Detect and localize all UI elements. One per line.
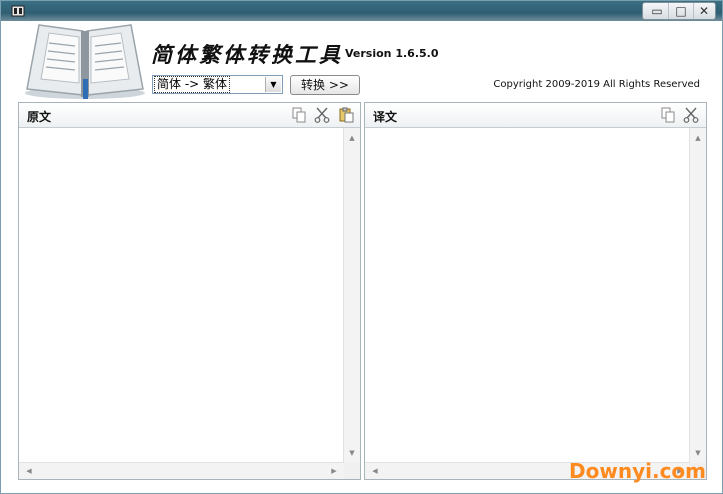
scroll-left-icon[interactable]: ◀ bbox=[367, 463, 383, 479]
scroll-corner bbox=[344, 463, 360, 479]
title-bar[interactable]: ▭ □ ✕ bbox=[1, 1, 722, 21]
target-text-area[interactable] bbox=[365, 128, 706, 479]
target-pane-title: 译文 bbox=[373, 110, 398, 124]
app-icon bbox=[11, 5, 25, 17]
target-pane: 译文 ▲ ▼ ◀ ▶ bbox=[364, 102, 707, 480]
book-logo-icon bbox=[25, 24, 145, 99]
app-title: 简体繁体转换工具 bbox=[151, 42, 343, 67]
source-vertical-scrollbar[interactable]: ▲ ▼ bbox=[343, 128, 360, 463]
copy-icon[interactable] bbox=[291, 107, 307, 123]
source-horizontal-scrollbar[interactable]: ◀ ▶ bbox=[19, 462, 344, 479]
cut-icon[interactable] bbox=[683, 107, 699, 123]
maximize-button[interactable]: □ bbox=[668, 3, 694, 19]
watermark-text: Downyi.com bbox=[569, 459, 706, 483]
target-pane-header: 译文 bbox=[365, 103, 706, 128]
direction-selected-value: 简体 -> 繁体 bbox=[153, 76, 231, 93]
paste-icon[interactable] bbox=[339, 107, 355, 123]
version-label: Version 1.6.5.0 bbox=[345, 47, 439, 60]
scroll-up-icon[interactable]: ▲ bbox=[690, 130, 706, 146]
scroll-up-icon[interactable]: ▲ bbox=[344, 130, 360, 146]
scroll-down-icon[interactable]: ▼ bbox=[344, 445, 360, 461]
scroll-right-icon[interactable]: ▶ bbox=[326, 463, 342, 479]
source-pane: 原文 ▲ ▼ ◀ ▶ bbox=[18, 102, 361, 480]
minimize-button[interactable]: ▭ bbox=[645, 3, 669, 19]
target-vertical-scrollbar[interactable]: ▲ ▼ bbox=[689, 128, 706, 463]
scroll-left-icon[interactable]: ◀ bbox=[21, 463, 37, 479]
window-controls: ▭ □ ✕ bbox=[642, 2, 716, 20]
direction-select[interactable]: 简体 -> 繁体 ▼ bbox=[152, 75, 283, 94]
dropdown-arrow-icon[interactable]: ▼ bbox=[265, 77, 281, 92]
source-pane-header: 原文 bbox=[19, 103, 360, 128]
copy-icon[interactable] bbox=[660, 107, 676, 123]
close-button[interactable]: ✕ bbox=[692, 3, 716, 19]
main-window: ▭ □ ✕ 简体繁体转换工具 Version 1.6.5.0 简体 -> 繁体 … bbox=[0, 0, 723, 494]
header: 简体繁体转换工具 Version 1.6.5.0 简体 -> 繁体 ▼ 转换 >… bbox=[1, 21, 722, 99]
source-text-area[interactable] bbox=[19, 128, 360, 479]
source-pane-title: 原文 bbox=[27, 110, 52, 124]
convert-button[interactable]: 转换 >> bbox=[290, 75, 360, 95]
copyright-text: Copyright 2009-2019 All Rights Reserved bbox=[493, 79, 700, 90]
cut-icon[interactable] bbox=[314, 107, 330, 123]
